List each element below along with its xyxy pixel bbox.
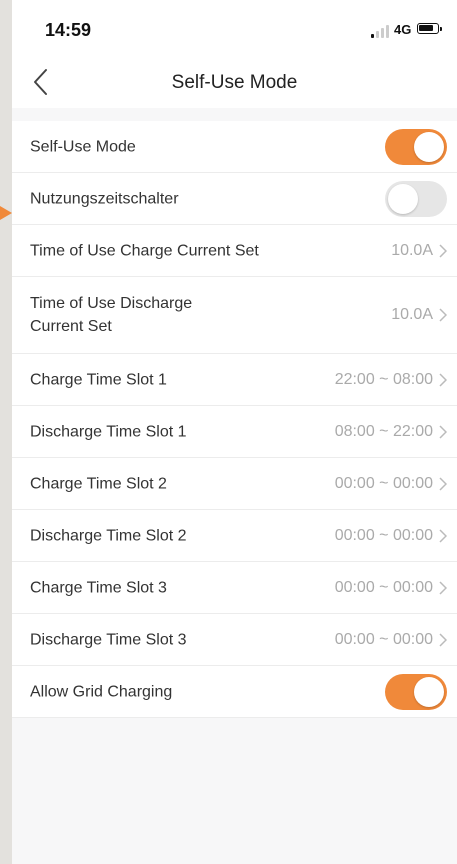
battery-icon [417, 23, 442, 34]
chevron-right-icon [439, 476, 447, 491]
row-label: Discharge Time Slot 3 [30, 631, 187, 648]
chevron-right-icon [439, 632, 447, 647]
chevron-right-icon [439, 424, 447, 439]
row-label: Nutzungszeitschalter [30, 190, 179, 207]
row-label: Charge Time Slot 1 [30, 371, 167, 388]
row-label: Allow Grid Charging [30, 683, 173, 700]
row-discharge-current[interactable]: Time of Use Discharge Current Set 10.0A [12, 277, 457, 354]
row-allow-grid-charging[interactable]: Allow Grid Charging [12, 666, 457, 718]
chevron-right-icon [439, 372, 447, 387]
network-type: 4G [394, 22, 412, 37]
allow-grid-charging-toggle[interactable] [385, 673, 447, 710]
phone-screen: 14:59 4G Self-Use Mode Self-Use Mode Nut… [12, 0, 457, 864]
page-title: Self-Use Mode [171, 72, 298, 93]
signal-icon [371, 24, 393, 38]
row-value: 00:00 ~ 00:00 [334, 474, 433, 492]
row-value: 22:00 ~ 08:00 [334, 370, 433, 388]
row-label: Time of Use Charge Current Set [30, 242, 259, 259]
settings-list: Self-Use Mode Nutzungszeitschalter Time … [12, 121, 457, 718]
row-value: 00:00 ~ 00:00 [334, 526, 433, 544]
row-label: Discharge Time Slot 2 [30, 527, 187, 544]
row-charge-slot-1[interactable]: Charge Time Slot 1 22:00 ~ 08:00 [12, 354, 457, 406]
row-value: 00:00 ~ 00:00 [334, 630, 433, 648]
row-label: Charge Time Slot 3 [30, 579, 167, 596]
chevron-right-icon [439, 243, 447, 258]
row-label: Charge Time Slot 2 [30, 475, 167, 492]
row-value: 00:00 ~ 00:00 [334, 578, 433, 596]
row-label: Time of Use Discharge Current Set [30, 295, 193, 335]
row-discharge-slot-2[interactable]: Discharge Time Slot 2 00:00 ~ 00:00 [12, 510, 457, 562]
annotation-arrow [0, 206, 12, 220]
status-time: 14:59 [45, 20, 92, 40]
row-discharge-slot-1[interactable]: Discharge Time Slot 1 08:00 ~ 22:00 [12, 406, 457, 458]
nav-bar: Self-Use Mode [12, 58, 457, 108]
chevron-right-icon [439, 528, 447, 543]
row-charge-slot-3[interactable]: Charge Time Slot 3 00:00 ~ 00:00 [12, 562, 457, 614]
chevron-right-icon [439, 580, 447, 595]
row-value: 10.0A [391, 241, 433, 259]
row-charge-slot-2[interactable]: Charge Time Slot 2 00:00 ~ 00:00 [12, 458, 457, 510]
usage-timer-toggle[interactable] [385, 180, 447, 217]
status-bar: 14:59 4G [12, 0, 457, 58]
self-use-mode-toggle[interactable] [385, 128, 447, 165]
row-usage-timer[interactable]: Nutzungszeitschalter [12, 173, 457, 225]
row-self-use-mode[interactable]: Self-Use Mode [12, 121, 457, 173]
row-value: 10.0A [391, 306, 433, 323]
row-label: Discharge Time Slot 1 [30, 423, 187, 440]
row-value: 08:00 ~ 22:00 [334, 422, 433, 440]
row-discharge-slot-3[interactable]: Discharge Time Slot 3 00:00 ~ 00:00 [12, 614, 457, 666]
chevron-right-icon [439, 308, 447, 322]
row-label: Self-Use Mode [30, 138, 136, 155]
row-charge-current[interactable]: Time of Use Charge Current Set 10.0A [12, 225, 457, 277]
